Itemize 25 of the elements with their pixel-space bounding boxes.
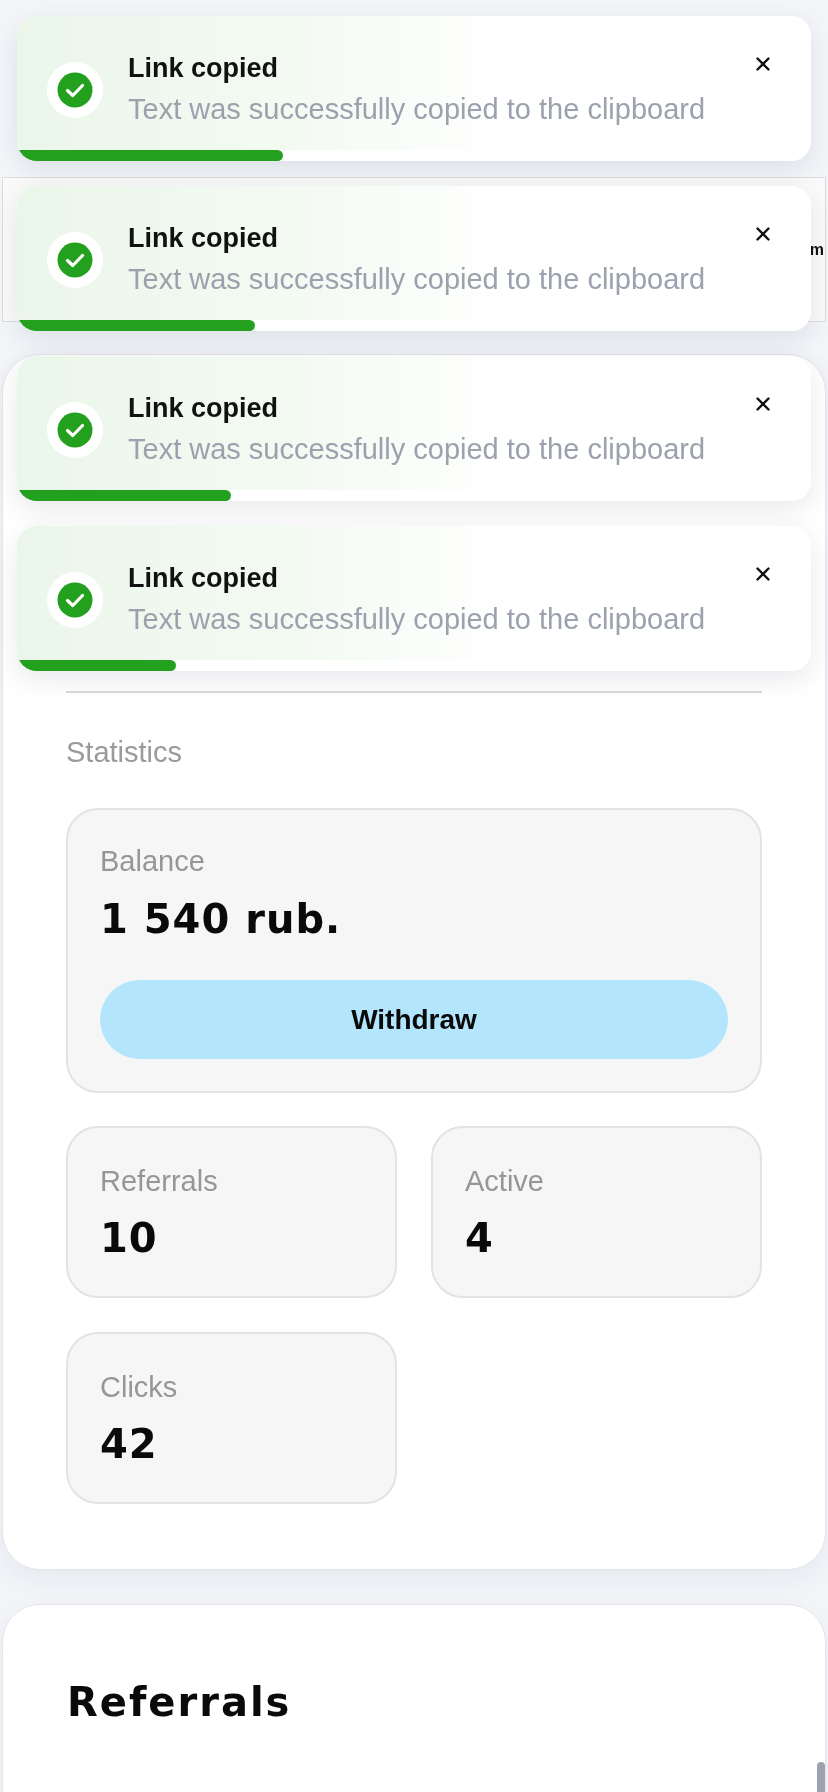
stat-value: 10 [100, 1214, 159, 1262]
scrollbar-thumb[interactable] [817, 1762, 825, 1792]
stat-label: Referrals [100, 1164, 219, 1199]
withdraw-button[interactable]: Withdraw [100, 980, 728, 1059]
check-circle-icon [47, 62, 103, 118]
stat-value: 4 [465, 1214, 495, 1262]
toast-title: Link copied [128, 392, 279, 424]
balance-amount: 1 540 rub. [100, 895, 343, 943]
toast-message: Text was successfully copied to the clipboard [128, 602, 706, 637]
stat-value: 42 [100, 1420, 159, 1468]
balance-label: Balance [100, 844, 206, 879]
toast-message: Text was successfully copied to the clipboard [128, 92, 706, 127]
stat-label: Active [465, 1164, 545, 1199]
section-title: Referrals [67, 1678, 293, 1726]
stat-label: Clicks [100, 1370, 179, 1405]
header-text: m [809, 239, 824, 260]
toast-title: Link copied [128, 52, 279, 84]
check-circle-icon [47, 402, 103, 458]
toast-message: Text was successfully copied to the clipboard [128, 262, 706, 297]
check-circle-icon [47, 572, 103, 628]
toast-title: Link copied [128, 562, 279, 594]
toast-message: Text was successfully copied to the clipboard [128, 432, 706, 467]
check-circle-icon [47, 232, 103, 288]
toast-title: Link copied [128, 222, 279, 254]
statistics-label: Statistics [66, 735, 184, 770]
